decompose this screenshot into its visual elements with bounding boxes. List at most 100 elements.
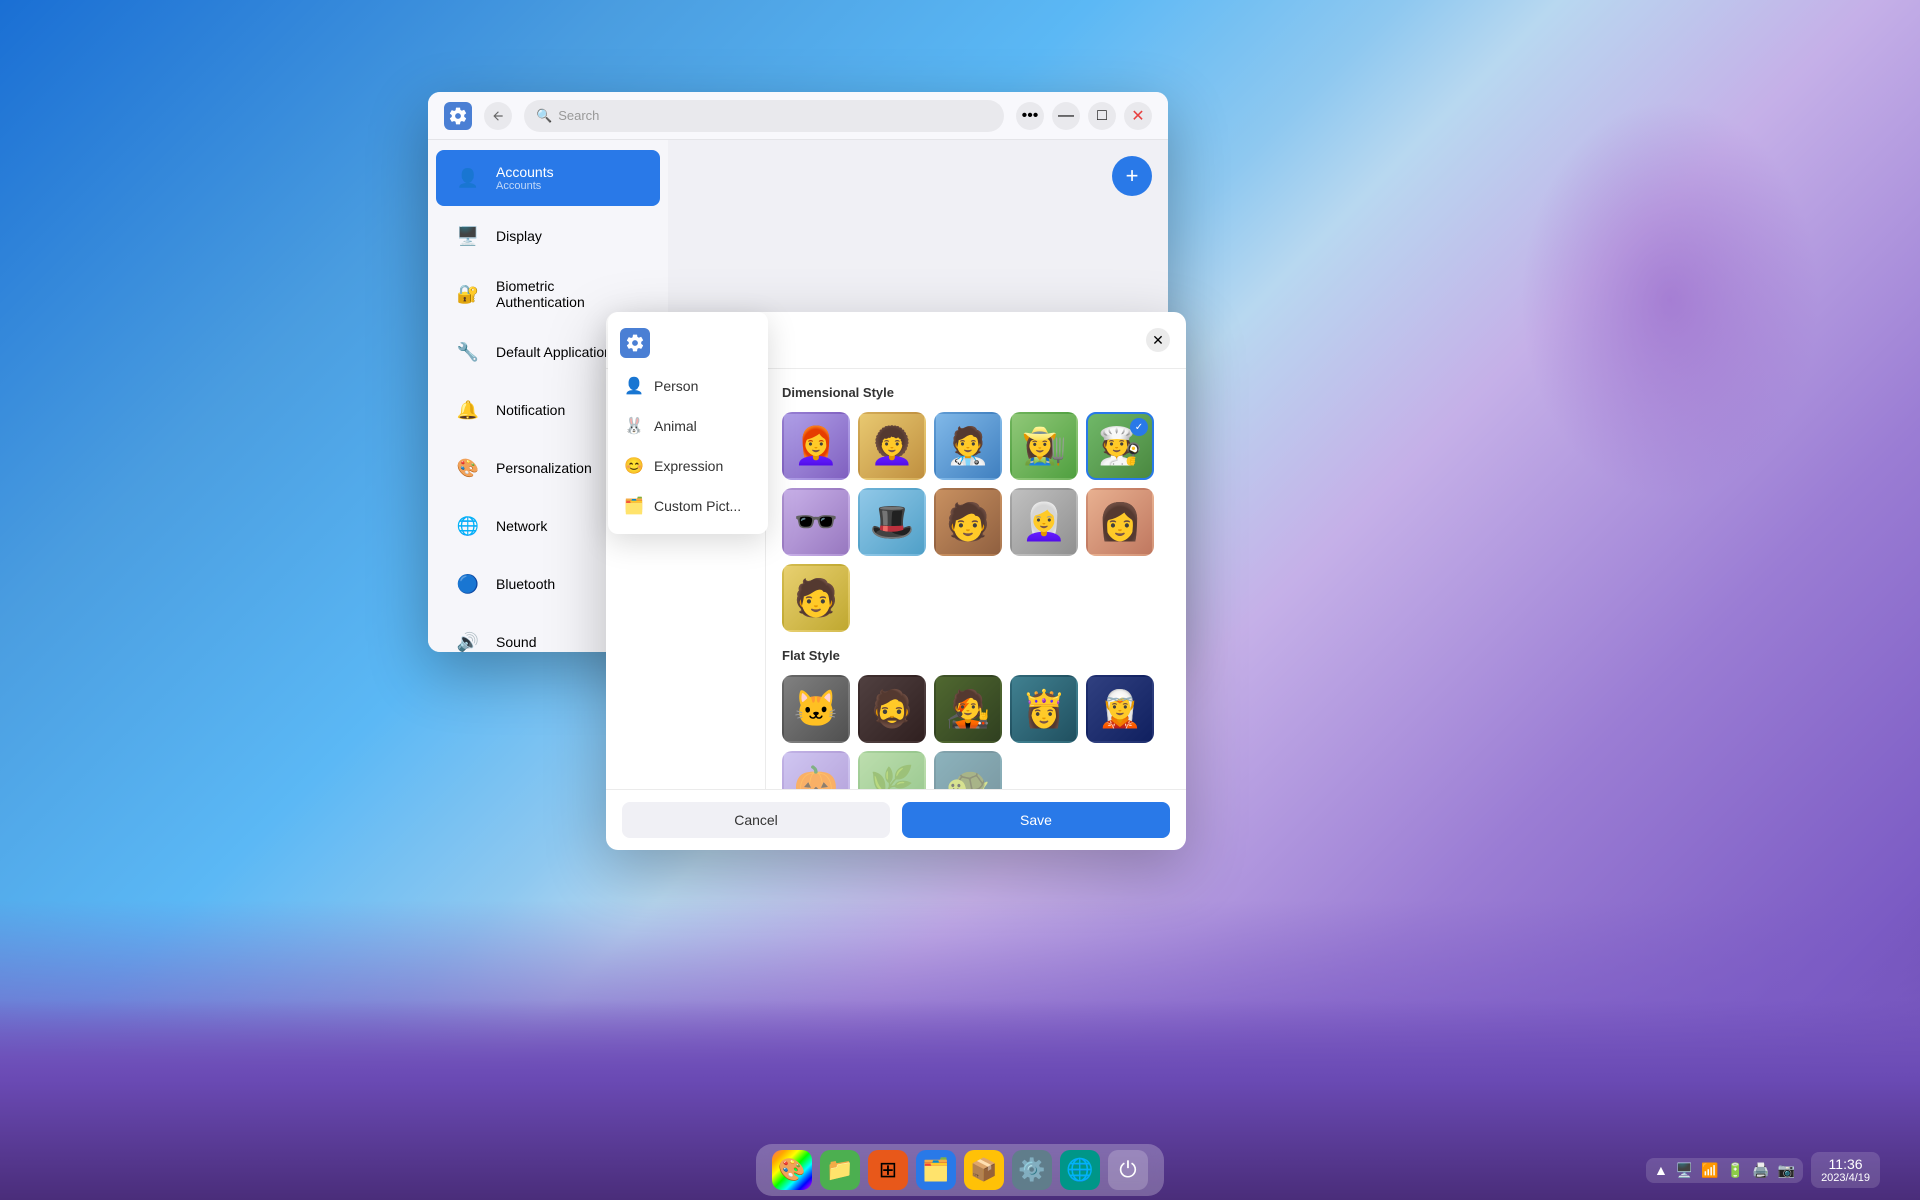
network-icon: 🌐 — [452, 510, 484, 542]
close-button[interactable]: ✕ — [1124, 102, 1152, 130]
avatar-d3-img: 🧑‍⚕️ — [946, 425, 991, 467]
picker-close-button[interactable]: ✕ — [1146, 328, 1170, 352]
app-grid-icon[interactable]: ⊞ — [868, 1150, 908, 1190]
add-account-button[interactable]: + — [1112, 156, 1152, 196]
launcher-icon[interactable]: 🎨 — [772, 1150, 812, 1190]
avatar-d7-img: 🎩 — [870, 501, 915, 543]
accounts-text: Accounts Accounts — [496, 164, 554, 192]
taskbar-clock[interactable]: 11:36 2023/4/19 — [1811, 1152, 1880, 1188]
accounts-label: Accounts — [496, 164, 554, 180]
more-button[interactable]: ••• — [1016, 102, 1044, 130]
avatar-f4[interactable]: 👸 — [1010, 675, 1078, 743]
file-manager-icon[interactable]: 🗂️ — [916, 1150, 956, 1190]
taskbar: 🎨 📁 ⊞ 🗂️ 📦 ⚙️ 🌐 ⏻ ▲ 🖥️ 📶 🔋 🖨️ 📷 11:36 20… — [0, 1140, 1920, 1200]
avatar-f3[interactable]: 🧑‍🎤 — [934, 675, 1002, 743]
sound-label: Sound — [496, 634, 536, 650]
display-label: Display — [496, 228, 542, 244]
avatar-d10[interactable]: 👩 — [1086, 488, 1154, 556]
notification-icon: 🔔 — [452, 394, 484, 426]
avatar-d1-img: 👩‍🦰 — [794, 425, 839, 467]
avatar-f2-img: 🧔 — [870, 688, 915, 730]
avatar-f3-img: 🧑‍🎤 — [946, 688, 991, 730]
minimize-button[interactable]: — — [1052, 102, 1080, 130]
biometric-label: Biometric Authentication — [496, 278, 644, 310]
avatar-f1-img: 🐱 — [794, 688, 839, 730]
avatar-d6[interactable]: 🕶️ — [782, 488, 850, 556]
browser-icon[interactable]: 🌐 — [1060, 1150, 1100, 1190]
maximize-button[interactable]: □ — [1088, 102, 1116, 130]
taskbar-dock: 🎨 📁 ⊞ 🗂️ 📦 ⚙️ 🌐 ⏻ — [756, 1144, 1164, 1196]
category-expression[interactable]: 😊 Expression — [608, 446, 768, 486]
mail-icon[interactable]: 📦 — [964, 1150, 1004, 1190]
default-apps-icon: 🔧 — [452, 336, 484, 368]
avatar-f6[interactable]: 🎃 — [782, 751, 850, 789]
bg-decoration — [1520, 100, 1820, 500]
animal-icon: 🐰 — [624, 416, 644, 436]
tray-arrows-icon[interactable]: ▲ — [1654, 1162, 1668, 1178]
biometric-icon: 🔐 — [452, 278, 484, 310]
settings-window-icon — [444, 102, 472, 130]
avatar-d11[interactable]: 🧑 — [782, 564, 850, 632]
avatar-f1[interactable]: 🐱 — [782, 675, 850, 743]
avatar-d7[interactable]: 🎩 — [858, 488, 926, 556]
dimensional-style-title: Dimensional Style — [782, 385, 1170, 400]
person-label: Person — [654, 378, 698, 394]
tray-wifi-icon[interactable]: 📶 — [1701, 1162, 1718, 1179]
avatar-d3[interactable]: 🧑‍⚕️ — [934, 412, 1002, 480]
power-icon[interactable]: ⏻ — [1108, 1150, 1148, 1190]
tray-battery-icon[interactable]: 🔋 — [1727, 1162, 1744, 1179]
custom-icon: 🗂️ — [624, 496, 644, 516]
maximize-icon: □ — [1097, 107, 1107, 125]
personalization-icon: 🎨 — [452, 452, 484, 484]
add-icon: + — [1126, 163, 1139, 189]
avatar-d8[interactable]: 🧑 — [934, 488, 1002, 556]
tray-print-icon[interactable]: 🖨️ — [1752, 1162, 1769, 1179]
category-person[interactable]: 👤 Person — [608, 366, 768, 406]
avatar-d4[interactable]: 👩‍🌾 — [1010, 412, 1078, 480]
personalization-label: Personalization — [496, 460, 592, 476]
avatar-d4-img: 👩‍🌾 — [1022, 425, 1067, 467]
taskbar-system-area: ▲ 🖥️ 📶 🔋 🖨️ 📷 11:36 2023/4/19 — [1646, 1152, 1880, 1188]
sound-icon: 🔊 — [452, 626, 484, 652]
avatar-d10-img: 👩 — [1098, 501, 1143, 543]
clock-date: 2023/4/19 — [1821, 1172, 1870, 1184]
titlebar: 🔍 Search ••• — □ ✕ — [428, 92, 1168, 140]
avatar-d11-img: 🧑 — [794, 577, 839, 619]
avatar-d5[interactable]: 🧑‍🍳 ✓ — [1086, 412, 1154, 480]
avatar-d9[interactable]: 👩‍🦳 — [1010, 488, 1078, 556]
avatar-d2[interactable]: 👩‍🦱 — [858, 412, 926, 480]
dimensional-avatar-grid: 👩‍🦰 👩‍🦱 🧑‍⚕️ 👩‍🌾 🧑‍🍳 ✓ 🕶️ — [782, 412, 1170, 632]
avatar-f5[interactable]: 🧝 — [1086, 675, 1154, 743]
back-button[interactable] — [484, 102, 512, 130]
tray-camera-icon[interactable]: 📷 — [1778, 1162, 1795, 1179]
avatar-d1[interactable]: 👩‍🦰 — [782, 412, 850, 480]
clock-time: 11:36 — [1829, 1156, 1863, 1172]
settings-icon[interactable]: ⚙️ — [1012, 1150, 1052, 1190]
sidebar-item-accounts[interactable]: 👤 Accounts Accounts — [436, 150, 660, 206]
avatar-f7[interactable]: 🌿 — [858, 751, 926, 789]
avatar-d8-img: 🧑 — [946, 501, 991, 543]
category-custom[interactable]: 🗂️ Custom Pict... — [608, 486, 768, 526]
avatar-d2-img: 👩‍🦱 — [870, 425, 915, 467]
save-button[interactable]: Save — [902, 802, 1170, 838]
cancel-button[interactable]: Cancel — [622, 802, 890, 838]
avatar-f5-img: 🧝 — [1098, 688, 1143, 730]
expression-icon: 😊 — [624, 456, 644, 476]
accounts-icon: 👤 — [452, 162, 484, 194]
system-tray: ▲ 🖥️ 📶 🔋 🖨️ 📷 — [1646, 1158, 1803, 1183]
avatar-d6-img: 🕶️ — [794, 501, 839, 543]
search-bar[interactable]: 🔍 Search — [524, 100, 1004, 132]
avatar-f8[interactable]: 🐢 — [934, 751, 1002, 789]
avatar-f8-img: 🐢 — [946, 764, 991, 789]
picker-close-icon: ✕ — [1152, 332, 1164, 349]
tray-display-icon[interactable]: 🖥️ — [1676, 1162, 1693, 1179]
context-menu-header — [608, 320, 768, 366]
sidebar-item-display[interactable]: 🖥️ Display — [436, 208, 660, 264]
avatar-f7-img: 🌿 — [870, 764, 915, 789]
files-icon[interactable]: 📁 — [820, 1150, 860, 1190]
more-icon: ••• — [1022, 107, 1039, 125]
category-animal[interactable]: 🐰 Animal — [608, 406, 768, 446]
avatar-f2[interactable]: 🧔 — [858, 675, 926, 743]
flat-style-title: Flat Style — [782, 648, 1170, 663]
avatar-grid-area: Dimensional Style 👩‍🦰 👩‍🦱 🧑‍⚕️ 👩‍🌾 🧑‍🍳 — [766, 369, 1186, 789]
